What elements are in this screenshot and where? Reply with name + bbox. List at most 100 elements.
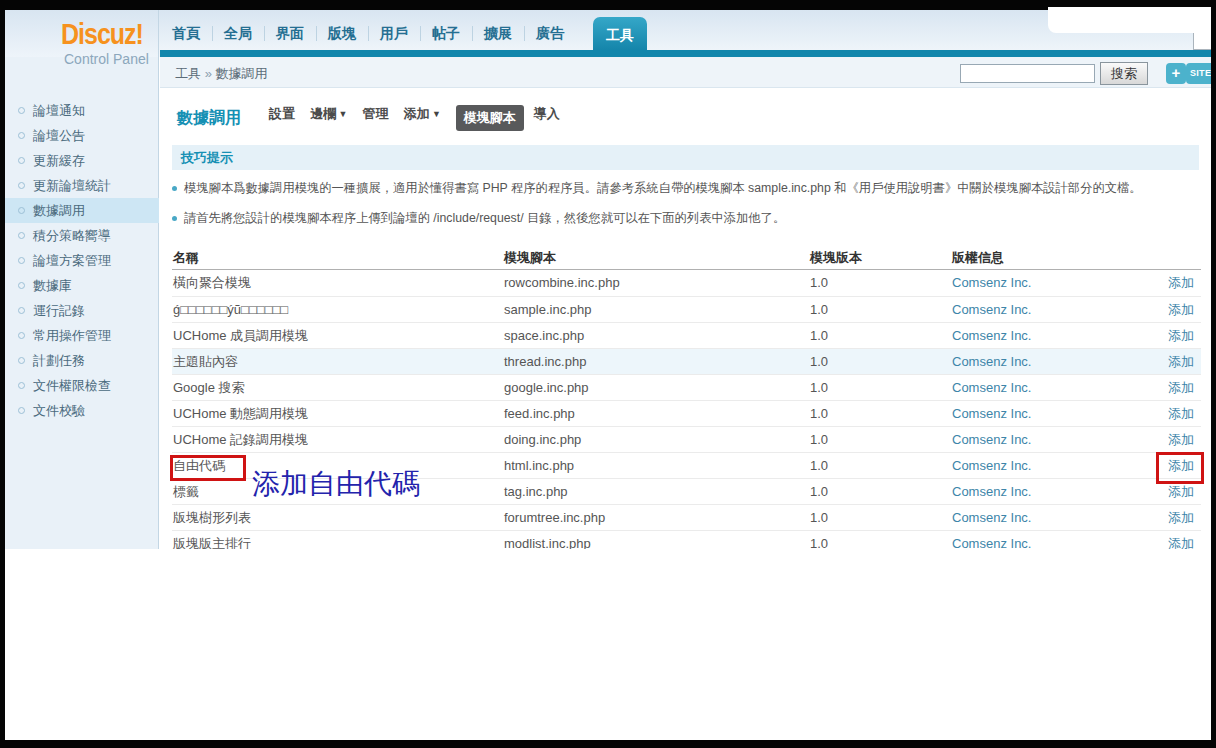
search-button[interactable]: 搜索 — [1100, 62, 1148, 85]
add-link[interactable]: 添加 — [1168, 536, 1194, 549]
sidebar-item-4[interactable]: 更新論壇統計 — [5, 173, 159, 198]
sidebar-item-1[interactable]: 論壇通知 — [5, 98, 159, 123]
add-link[interactable]: 添加 — [1168, 328, 1194, 343]
sidebar-item-5[interactable]: 數據調用 — [5, 198, 159, 223]
dropdown-caret-icon: ▼ — [336, 109, 347, 119]
add-link[interactable]: 添加 — [1168, 380, 1194, 395]
section-menu-item-5[interactable]: 模塊腳本 — [456, 105, 524, 131]
cell-vendor: Comsenz Inc. — [952, 531, 1120, 549]
table-row: Google 搜索google.inc.php1.0Comsenz Inc.添加 — [172, 374, 1201, 400]
section-menu-item-1[interactable]: 設置 — [269, 105, 295, 131]
cell-module-name: ǵ□□□□□□ýũ□□□□□□ — [172, 297, 504, 322]
add-link[interactable]: 添加 — [1168, 302, 1194, 317]
menu-item-label: 邊欄 — [310, 106, 336, 121]
bullet-circle-icon — [18, 107, 25, 114]
sidebar-item-13[interactable]: 文件校驗 — [5, 398, 159, 423]
add-link[interactable]: 添加 — [1168, 484, 1194, 499]
sidebar-item-6[interactable]: 積分策略嚮導 — [5, 223, 159, 248]
cell-vendor: Comsenz Inc. — [952, 270, 1120, 296]
bullet-circle-icon — [18, 382, 25, 389]
cell-action: 添加 — [1120, 297, 1201, 322]
sidebar-item-label: 論壇通知 — [33, 103, 85, 118]
cell-script: rowcombine.inc.php — [504, 270, 810, 296]
section-menu-item-4[interactable]: 添加 ▼ — [403, 105, 440, 131]
table-row: UCHome 記錄調用模塊doing.inc.php1.0Comsenz Inc… — [172, 426, 1201, 452]
search-input[interactable] — [960, 64, 1095, 83]
nav-tab-4[interactable]: 版塊 — [316, 17, 368, 50]
nav-tab-5[interactable]: 用戶 — [368, 17, 420, 50]
add-shortcut-button[interactable]: + — [1166, 63, 1186, 84]
cell-version: 1.0 — [810, 297, 952, 322]
page: Discuz! Control Panel 論壇通知論壇公告更新緩存更新論壇統計… — [5, 10, 1211, 740]
site-button[interactable]: SITE — [1186, 63, 1211, 84]
cell-vendor: Comsenz Inc. — [952, 323, 1120, 348]
nav-tab-3[interactable]: 界面 — [264, 17, 316, 50]
cell-vendor: Comsenz Inc. — [952, 427, 1120, 452]
nav-tab-1[interactable]: 首頁 — [160, 17, 212, 50]
cell-vendor-link[interactable]: Comsenz Inc. — [952, 328, 1031, 343]
breadcrumb-section[interactable]: 工具 — [175, 66, 201, 81]
cell-script: tag.inc.php — [504, 479, 810, 504]
col-header-name: 名稱 — [172, 246, 504, 269]
col-header-version: 模塊版本 — [810, 246, 952, 269]
sidebar-item-9[interactable]: 運行記錄 — [5, 298, 159, 323]
cell-vendor-link[interactable]: Comsenz Inc. — [952, 406, 1031, 421]
cell-vendor-link[interactable]: Comsenz Inc. — [952, 536, 1031, 549]
cell-version: 1.0 — [810, 375, 952, 400]
cell-vendor-link[interactable]: Comsenz Inc. — [952, 275, 1031, 290]
cell-vendor-link[interactable]: Comsenz Inc. — [952, 354, 1031, 369]
table-row: UCHome 動態調用模塊feed.inc.php1.0Comsenz Inc.… — [172, 400, 1201, 426]
annotation-box-name — [170, 455, 246, 481]
cell-action: 添加 — [1120, 427, 1201, 452]
sidebar-item-label: 論壇公告 — [33, 128, 85, 143]
sidebar-item-3[interactable]: 更新緩存 — [5, 148, 159, 173]
add-link[interactable]: 添加 — [1168, 406, 1194, 421]
cell-vendor-link[interactable]: Comsenz Inc. — [952, 432, 1031, 447]
cell-version: 1.0 — [810, 479, 952, 504]
section-menu-item-3[interactable]: 管理 — [362, 105, 388, 131]
sidebar-item-label: 常用操作管理 — [33, 328, 111, 343]
cell-action: 添加 — [1120, 349, 1201, 374]
nav-tab-6[interactable]: 帖子 — [420, 17, 472, 50]
sidebar-item-label: 更新論壇統計 — [33, 178, 111, 193]
bullet-circle-icon — [18, 357, 25, 364]
sidebar-item-8[interactable]: 數據庫 — [5, 273, 159, 298]
cell-vendor: Comsenz Inc. — [952, 479, 1120, 504]
cell-action: 添加 — [1120, 401, 1201, 426]
logo-subtitle: Control Panel — [64, 51, 149, 67]
cell-vendor-link[interactable]: Comsenz Inc. — [952, 484, 1031, 499]
annotation-text: 添加自由代碼 — [252, 465, 420, 503]
add-link[interactable]: 添加 — [1168, 354, 1194, 369]
sidebar-item-2[interactable]: 論壇公告 — [5, 123, 159, 148]
cell-module-name: UCHome 成員調用模塊 — [172, 323, 504, 348]
nav-tab-7[interactable]: 擴展 — [472, 17, 524, 50]
module-table: 名稱 模塊腳本 模塊版本 版權信息 橫向聚合模塊rowcombine.inc.p… — [172, 246, 1201, 549]
sidebar-item-12[interactable]: 文件權限檢查 — [5, 373, 159, 398]
sidebar-item-7[interactable]: 論壇方案管理 — [5, 248, 159, 273]
sidebar-item-label: 積分策略嚮導 — [33, 228, 111, 243]
section-menu-item-6[interactable]: 導入 — [534, 105, 560, 131]
table-row: 版塊版主排行modlist.inc.php1.0Comsenz Inc.添加 — [172, 530, 1201, 549]
sidebar-item-11[interactable]: 計劃任務 — [5, 348, 159, 373]
section-menu-item-2[interactable]: 邊欄 ▼ — [310, 105, 347, 131]
add-link[interactable]: 添加 — [1168, 432, 1194, 447]
breadcrumb-separator: » — [205, 66, 212, 81]
sidebar-item-10[interactable]: 常用操作管理 — [5, 323, 159, 348]
bullet-circle-icon — [18, 332, 25, 339]
bullet-circle-icon — [18, 182, 25, 189]
cell-vendor-link[interactable]: Comsenz Inc. — [952, 302, 1031, 317]
nav-tab-8[interactable]: 廣告 — [524, 17, 576, 50]
cell-vendor-link[interactable]: Comsenz Inc. — [952, 510, 1031, 525]
cell-vendor: Comsenz Inc. — [952, 453, 1120, 478]
tips-list: 模塊腳本爲數據調用模塊的一種擴展，適用於懂得書寫 PHP 程序的程序員。請參考系… — [172, 180, 1142, 240]
cell-module-name: UCHome 動態調用模塊 — [172, 401, 504, 426]
col-header-vendor: 版權信息 — [952, 246, 1120, 269]
nav-tab-2[interactable]: 全局 — [212, 17, 264, 50]
cell-vendor: Comsenz Inc. — [952, 375, 1120, 400]
cell-vendor-link[interactable]: Comsenz Inc. — [952, 458, 1031, 473]
add-link[interactable]: 添加 — [1168, 510, 1194, 525]
add-link[interactable]: 添加 — [1168, 275, 1194, 290]
sidebar-menu: 論壇通知論壇公告更新緩存更新論壇統計數據調用積分策略嚮導論壇方案管理數據庫運行記… — [5, 98, 159, 423]
cell-action: 添加 — [1120, 270, 1201, 296]
cell-vendor-link[interactable]: Comsenz Inc. — [952, 380, 1031, 395]
